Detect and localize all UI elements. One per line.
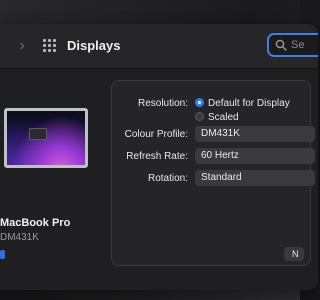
- colour-profile-label: Colour Profile:: [124, 129, 188, 140]
- radio-selected-icon[interactable]: [195, 98, 204, 107]
- search-placeholder: Se: [291, 39, 305, 51]
- resolution-option-label: Default for Display: [208, 98, 290, 109]
- refresh-rate-label: Refresh Rate:: [126, 151, 188, 162]
- resolution-option-scaled[interactable]: Scaled: [195, 112, 239, 123]
- grid-icon[interactable]: [42, 38, 58, 54]
- resolution-option-label: Scaled: [208, 112, 239, 123]
- rotation-label: Rotation:: [147, 173, 188, 184]
- search-field[interactable]: Se: [267, 33, 318, 57]
- search-icon: [275, 39, 287, 51]
- resolution-label: Resolution:: [137, 98, 188, 109]
- display-thumbnail[interactable]: [4, 108, 88, 168]
- selection-indicator: [0, 250, 5, 259]
- rotation-select[interactable]: Standard: [195, 170, 315, 186]
- toolbar: › Displays Se: [0, 24, 318, 69]
- page-title: Displays: [67, 38, 121, 53]
- window-preview-icon: [29, 128, 47, 140]
- chevron-right-icon[interactable]: ›: [14, 36, 30, 56]
- colour-profile-select[interactable]: DM431K: [195, 126, 315, 142]
- radio-unselected-icon[interactable]: [195, 112, 204, 121]
- night-shift-button[interactable]: N: [284, 247, 304, 261]
- device-model: DM431K: [0, 232, 39, 243]
- refresh-rate-select[interactable]: 60 Hertz: [195, 148, 315, 164]
- resolution-option-default[interactable]: Default for Display: [195, 98, 290, 109]
- device-name: MacBook Pro: [0, 217, 71, 229]
